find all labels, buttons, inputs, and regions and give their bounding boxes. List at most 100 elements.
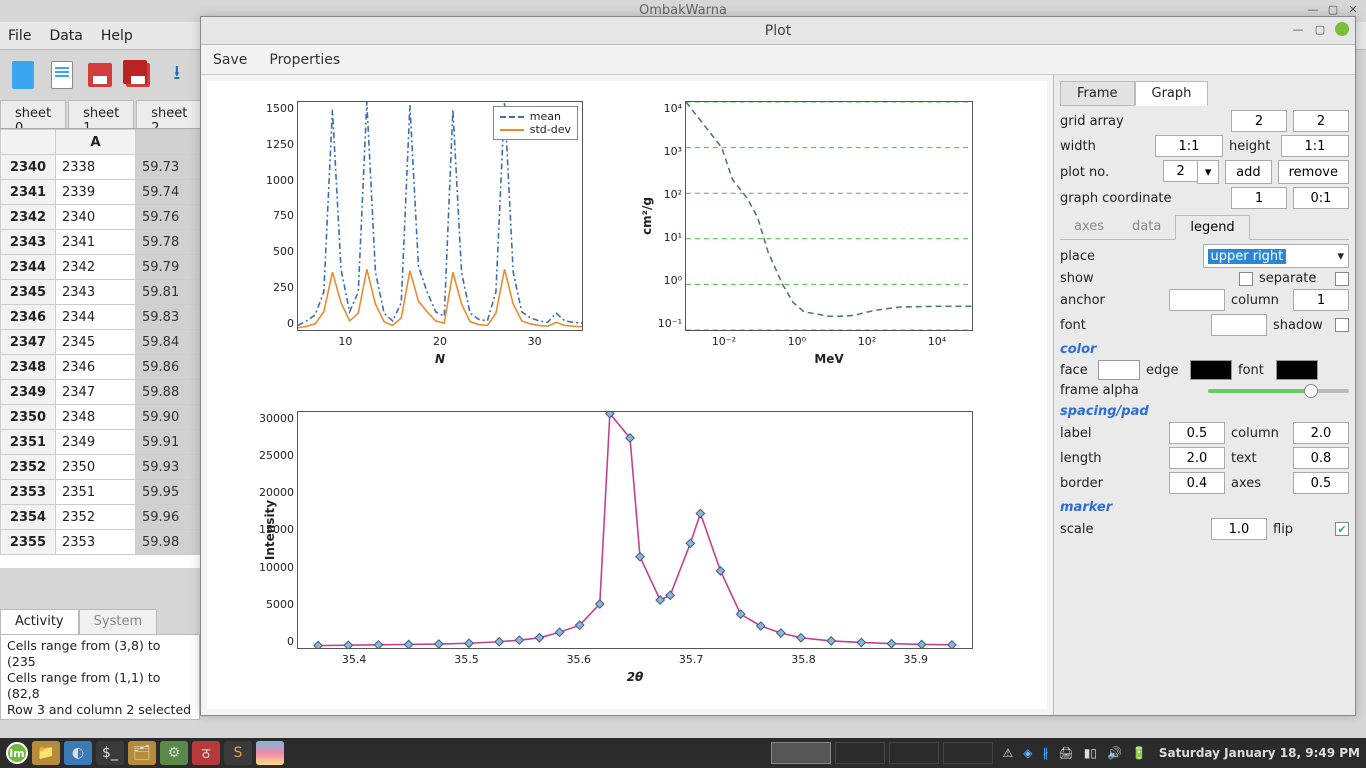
frame-alpha-slider[interactable] <box>1208 389 1350 393</box>
settings-icon[interactable]: ⚙ <box>160 741 188 765</box>
open-file-icon[interactable] <box>48 59 74 91</box>
taskbar-slot-1[interactable] <box>835 742 885 764</box>
column2-input[interactable] <box>1293 422 1349 444</box>
place-select[interactable]: upper right▾ <box>1203 244 1350 268</box>
taskbar-clock[interactable]: Saturday January 18, 9:49 PM <box>1159 746 1360 760</box>
col-header-a[interactable]: A <box>56 130 136 155</box>
table-row[interactable]: 2351234959.91 <box>1 430 200 455</box>
grid-cols-input[interactable] <box>1293 110 1349 132</box>
menu-data[interactable]: Data <box>49 28 82 44</box>
table-row[interactable]: 2342234059.76 <box>1 205 200 230</box>
show-checkbox[interactable] <box>1239 272 1253 286</box>
height-input[interactable] <box>1281 135 1349 157</box>
table-row[interactable]: 2350234859.90 <box>1 405 200 430</box>
corner-cell[interactable] <box>1 130 56 155</box>
length-input[interactable] <box>1169 447 1225 469</box>
battery-icon[interactable]: 🔋 <box>1132 746 1147 760</box>
add-button[interactable]: add <box>1225 160 1271 184</box>
tab-frame[interactable]: Frame <box>1060 81 1135 106</box>
plot-menu-save[interactable]: Save <box>213 52 247 68</box>
axes2-input[interactable] <box>1293 472 1349 494</box>
warning-icon[interactable]: ⚠ <box>1003 746 1014 760</box>
taskbar-slot-2[interactable] <box>889 742 939 764</box>
system-tab[interactable]: System <box>79 609 157 635</box>
table-row[interactable]: 2354235259.96 <box>1 505 200 530</box>
plot-close-icon[interactable] <box>1335 22 1349 36</box>
network-icon[interactable]: ▮▯ <box>1084 746 1097 760</box>
import-icon[interactable]: ⭳ <box>164 59 190 91</box>
close-icon[interactable]: ✕ <box>1346 2 1360 16</box>
minimize-icon[interactable]: — <box>1306 2 1320 16</box>
volume-icon[interactable]: 🔊 <box>1107 746 1122 760</box>
border-input[interactable] <box>1169 472 1225 494</box>
gc2-input[interactable] <box>1293 187 1349 209</box>
remove-button[interactable]: remove <box>1278 160 1349 184</box>
chart3-ylabel: Intensity <box>263 500 277 560</box>
files-icon[interactable]: 📁 <box>32 741 60 765</box>
grid-rows-input[interactable] <box>1231 110 1287 132</box>
plot-no-dropdown[interactable]: ▾ <box>1197 160 1219 184</box>
table-row[interactable]: 2352235059.93 <box>1 455 200 480</box>
table-row[interactable]: 2346234459.83 <box>1 305 200 330</box>
width-input[interactable] <box>1155 135 1223 157</box>
plot-window: Plot — ▢ Save Properties 150012501000750… <box>200 16 1356 716</box>
browser-icon[interactable]: ◐ <box>64 741 92 765</box>
start-menu-icon[interactable]: lm <box>6 742 28 764</box>
terminal-icon[interactable]: $_ <box>96 741 124 765</box>
taskbar-slot-3[interactable] <box>943 742 993 764</box>
bluetooth-icon[interactable]: ∦ <box>1043 746 1049 760</box>
table-row[interactable]: 2344234259.79 <box>1 255 200 280</box>
tab-graph[interactable]: Graph <box>1135 81 1209 106</box>
font-input[interactable] <box>1211 314 1267 336</box>
table-row[interactable]: 2349234759.88 <box>1 380 200 405</box>
subtab-axes[interactable]: axes <box>1060 215 1118 239</box>
label-input[interactable] <box>1169 422 1225 444</box>
plot-minimize-icon[interactable]: — <box>1291 22 1305 36</box>
subtab-legend[interactable]: legend <box>1175 215 1249 240</box>
activity-tab[interactable]: Activity <box>0 609 79 635</box>
table-row[interactable]: 2353235159.95 <box>1 480 200 505</box>
table-row[interactable]: 2341233959.74 <box>1 180 200 205</box>
text-input[interactable] <box>1293 447 1349 469</box>
col-header-b[interactable] <box>136 130 200 155</box>
menu-help[interactable]: Help <box>101 28 133 44</box>
plot-maximize-icon[interactable]: ▢ <box>1313 22 1327 36</box>
edge-color[interactable] <box>1190 360 1232 380</box>
subtab-data[interactable]: data <box>1118 215 1175 239</box>
plot-no-input[interactable] <box>1163 160 1197 182</box>
plot-menu-properties[interactable]: Properties <box>269 52 340 68</box>
sheet-tab-0[interactable]: sheet 0 <box>0 100 66 128</box>
table-row[interactable]: 2345234359.81 <box>1 280 200 305</box>
sheet-tab-1[interactable]: sheet 1 <box>68 100 134 128</box>
scale-input[interactable] <box>1211 518 1267 540</box>
spreadsheet[interactable]: A 2340233859.732341233959.742342234059.7… <box>0 128 200 568</box>
table-row[interactable]: 2348234659.86 <box>1 355 200 380</box>
font-color[interactable] <box>1276 360 1318 380</box>
printer-icon[interactable]: 🖨 <box>1059 746 1074 760</box>
flip-checkbox[interactable]: ✔ <box>1335 522 1349 536</box>
table-row[interactable]: 2340233859.73 <box>1 155 200 180</box>
new-file-icon[interactable] <box>10 59 36 91</box>
anchor-input[interactable] <box>1169 289 1225 311</box>
column-input[interactable] <box>1293 289 1349 311</box>
maximize-icon[interactable]: ▢ <box>1326 2 1340 16</box>
menu-file[interactable]: File <box>8 28 31 44</box>
shield-icon[interactable]: ◈ <box>1023 746 1032 760</box>
sublime-icon[interactable]: S <box>224 741 252 765</box>
taskbar-active-window[interactable] <box>771 742 831 764</box>
shadow-checkbox[interactable] <box>1335 318 1349 332</box>
separate-checkbox[interactable] <box>1335 272 1349 286</box>
face-color[interactable] <box>1098 360 1140 380</box>
sheet-tab-2[interactable]: sheet 2 <box>136 100 200 128</box>
table-row[interactable]: 2347234559.84 <box>1 330 200 355</box>
ombak-icon[interactable] <box>256 741 284 765</box>
save-all-icon[interactable] <box>125 59 151 91</box>
table-row[interactable]: 2355235359.98 <box>1 530 200 555</box>
gc1-input[interactable] <box>1231 187 1287 209</box>
chart2-ylabel: cm²/g <box>640 197 654 235</box>
folder-icon[interactable]: 🗂 <box>128 741 156 765</box>
save-icon[interactable] <box>87 59 113 91</box>
table-row[interactable]: 2343234159.78 <box>1 230 200 255</box>
app1-icon[interactable]: ठ <box>192 741 220 765</box>
lbl-separate: separate <box>1259 271 1329 286</box>
